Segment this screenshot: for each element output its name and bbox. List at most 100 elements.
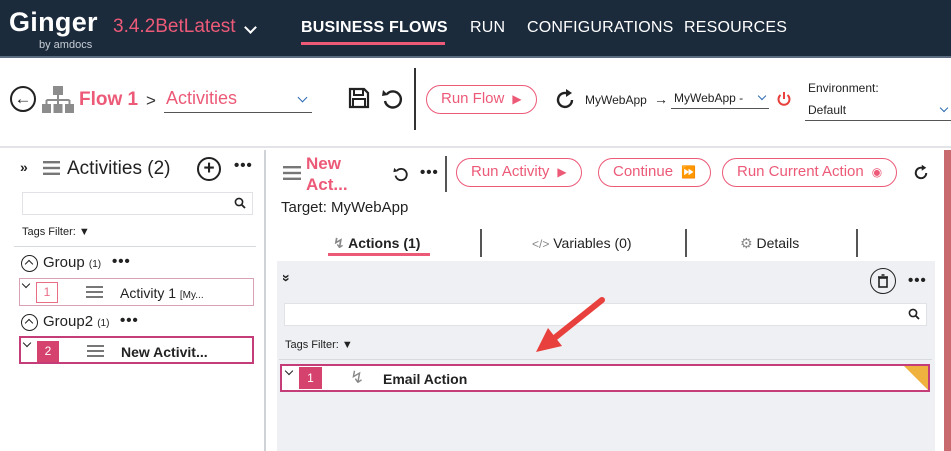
tag-icon: ▼ [338,339,353,351]
tab-actions[interactable]: ↯ Actions (1) [333,235,420,252]
chevron-down-icon [939,103,949,113]
annotation-arrow [536,297,605,352]
tab-variables[interactable]: </> Variables (0) [532,235,632,251]
refresh-icon[interactable] [553,88,577,112]
view-select[interactable]: Activities [164,88,312,113]
toolbar-divider [445,156,447,192]
more-options-icon[interactable]: ••• [908,272,927,289]
expand-icon[interactable] [22,338,32,348]
app-logo-subtitle: by amdocs [39,39,93,51]
group-header: Group2 (1) [43,313,109,330]
chevron-down-icon [757,91,767,101]
divider [279,359,932,360]
environment-select[interactable]: Default [805,103,951,121]
activity-name-text: Activity 1 [120,285,177,301]
group-name: Group2 [43,313,94,330]
group-header: Group (1) [43,254,101,271]
back-arrow-icon[interactable]: ← [10,86,36,112]
undo-icon[interactable] [392,165,409,182]
right-panel-edge [944,150,951,451]
add-activity-icon[interactable]: + [197,157,221,181]
nav-active-indicator [301,42,445,45]
run-current-action-button[interactable]: Run Current Action ◉ [722,158,898,187]
tab-actions-label: Actions (1) [348,235,421,251]
nav-run[interactable]: RUN [470,19,505,37]
activity-target-suffix: [My... [179,290,204,301]
drag-handle-icon[interactable] [86,286,103,298]
run-flow-label: Run Flow [441,90,505,107]
group-name: Group [43,254,85,271]
fast-forward-icon: ⏩ [681,165,696,179]
activity-index: 2 [37,341,59,362]
tags-filter-label[interactable]: Tags Filter: ▼ [22,226,90,238]
nav-business-flows[interactable]: BUSINESS FLOWS [301,19,448,37]
run-flow-button[interactable]: Run Flow ▶ [426,85,537,114]
collapse-all-icon[interactable]: » [20,159,28,175]
chevron-down-icon[interactable] [244,21,257,34]
activities-search-input[interactable] [22,192,253,215]
tab-variables-label: Variables (0) [553,235,632,251]
group-count: (1) [88,259,102,270]
version-selector[interactable]: 3.4.2BetLatest [113,16,236,38]
action-row-selected[interactable]: 1 ↯ Email Action [280,364,930,392]
save-icon[interactable] [347,86,371,110]
divider [14,246,256,247]
actions-list-panel [277,261,935,451]
nav-configurations[interactable]: CONFIGURATIONS [527,19,674,37]
target-agent-value: MyWebApp - [674,91,744,105]
activity-title-line1: New [306,154,341,173]
tags-filter-label[interactable]: Tags Filter: ▼ [285,339,353,351]
refresh-icon[interactable] [912,164,930,182]
tab-details[interactable]: ⚙ Details [740,235,799,252]
power-icon[interactable] [776,91,792,107]
activity-row[interactable]: 1 Activity 1 [My... [19,278,254,306]
run-activity-label: Run Activity [471,163,550,180]
flow-name: Flow 1 [79,89,139,110]
group-options-icon[interactable]: ••• [112,253,131,270]
run-activity-button[interactable]: Run Activity ▶ [456,158,582,187]
more-options-icon[interactable]: ••• [234,157,253,174]
tags-filter-text: Tags Filter: [22,226,76,238]
continue-button[interactable]: Continue ⏩ [598,158,711,187]
drag-handle-icon[interactable] [87,345,104,357]
activity-name: New Activit... [121,344,208,360]
gear-icon: ⚙ [740,235,753,251]
list-icon [43,161,60,175]
undo-icon[interactable] [380,86,404,110]
activities-title: Activities (2) [67,158,171,179]
toolbar-divider [414,68,416,130]
breadcrumb-separator: > [146,91,156,110]
expand-icon[interactable] [21,279,31,289]
collapse-group-icon[interactable] [21,314,38,331]
group-options-icon[interactable]: ••• [120,312,139,329]
chevron-down-icon [297,92,308,103]
target-app-label: MyWebApp [585,93,647,107]
target-application: Target: MyWebApp [281,199,409,216]
more-options-icon[interactable]: ••• [420,164,439,181]
record-icon: ◉ [871,165,883,179]
delete-icon[interactable] [870,268,896,294]
activity-row-selected[interactable]: 2 New Activit... [19,336,254,364]
list-icon [283,166,301,180]
tab-separator [480,229,482,257]
run-current-action-label: Run Current Action [737,163,864,180]
search-icon [234,197,246,209]
flow-hierarchy-icon [42,86,74,113]
view-select-value: Activities [166,88,238,108]
activity-index: 1 [36,282,58,303]
environment-value: Default [808,103,847,117]
expand-icon[interactable] [284,366,294,376]
activity-title: New Act... [306,153,348,195]
target-agent-select[interactable]: MyWebApp - [671,91,769,109]
active-tab-indicator [328,253,430,256]
nav-resources[interactable]: RESOURCES [684,19,787,37]
collapse-all-icon[interactable]: » [279,274,295,282]
search-icon [908,308,920,320]
tags-filter-text: Tags Filter: [285,339,339,351]
lightning-icon: ↯ [333,235,345,251]
environment-label: Environment: [808,81,879,95]
status-corner-badge [904,366,928,390]
action-name: Email Action [383,371,468,387]
collapse-group-icon[interactable] [21,255,38,272]
code-icon: </> [532,237,550,251]
